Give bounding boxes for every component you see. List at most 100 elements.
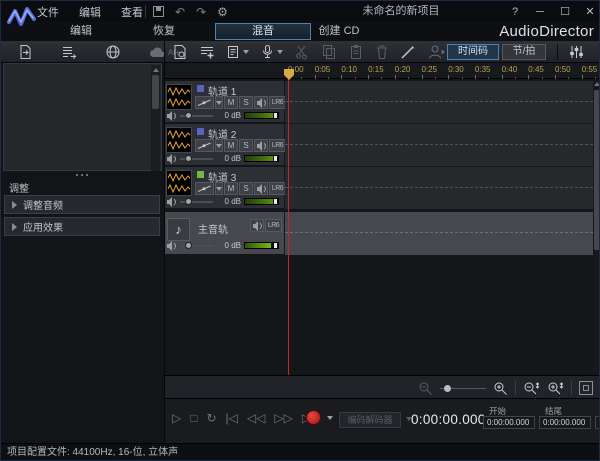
channel-button[interactable]: LR6 <box>269 96 286 109</box>
settings-gear-icon[interactable]: ⚙ <box>217 6 228 18</box>
record-mic-icon[interactable] <box>260 44 283 60</box>
record-options-dropdown[interactable] <box>327 416 333 420</box>
envelope-button[interactable] <box>195 96 214 109</box>
track-header[interactable]: 轨道 2 M S LR6 0 dB <box>164 124 284 166</box>
timecode-toggle-button[interactable]: 时间码 <box>447 44 499 60</box>
transport-fast-forward-button[interactable]: ▷▷ <box>274 411 292 425</box>
vertical-zoom-in-icon[interactable] <box>547 381 564 396</box>
help-button[interactable]: ? <box>509 6 521 18</box>
zoom-in-icon[interactable] <box>493 381 508 396</box>
mute-button[interactable]: M <box>224 139 238 152</box>
volume-slider[interactable] <box>180 152 213 165</box>
solo-button[interactable]: S <box>239 139 253 152</box>
mute-button[interactable]: M <box>224 182 238 195</box>
waveform-thumbnail[interactable] <box>166 84 192 110</box>
expand-caret-icon[interactable] <box>12 201 17 209</box>
tab-1[interactable]: 恢复 <box>136 24 192 39</box>
master-track-name[interactable]: 主音轨 <box>198 221 228 236</box>
field-value[interactable]: 0:00:00.000 <box>595 416 600 429</box>
adjust-item-0[interactable]: 调整音频 <box>4 195 160 214</box>
vertical-zoom-out-icon[interactable] <box>523 381 540 396</box>
field-value[interactable]: 0:00:00.000 <box>483 416 535 429</box>
redo-icon[interactable]: ↷ <box>196 6 206 18</box>
import-media-dropdown[interactable] <box>243 50 249 54</box>
adjust-item-1[interactable]: 应用效果 <box>4 217 160 236</box>
envelope-button[interactable] <box>195 182 214 195</box>
menu-item[interactable]: 查看 <box>121 4 143 20</box>
import-folder-icon[interactable] <box>61 44 77 60</box>
import-file-icon[interactable] <box>17 44 33 60</box>
transport-rewind-button[interactable]: ◁◁ <box>247 411 265 425</box>
project-settings-icon[interactable] <box>172 44 188 60</box>
master-track-header[interactable]: ♪ 主音轨 LR6 0 dB <box>164 212 284 255</box>
transport-loop-button[interactable]: ↻ <box>206 411 216 425</box>
envelope-dropdown[interactable] <box>215 139 223 152</box>
volume-slider[interactable] <box>180 239 213 252</box>
record-dropdown[interactable] <box>277 50 283 54</box>
draw-tool-icon[interactable] <box>400 44 416 60</box>
save-icon[interactable] <box>153 6 164 17</box>
transport-stop-button[interactable]: □ <box>190 411 197 425</box>
field-value[interactable]: 0:00:00.000 <box>539 416 591 429</box>
import-media-icon[interactable] <box>226 44 249 60</box>
mixer-panel-icon[interactable] <box>567 44 585 60</box>
envelope-dropdown[interactable] <box>215 182 223 195</box>
maximize-button[interactable]: ☐ <box>559 5 571 18</box>
library-scrollbar[interactable] <box>151 65 160 171</box>
transport-go-start-button[interactable]: |◁ <box>226 411 238 425</box>
channel-button[interactable]: LR6 <box>269 182 286 195</box>
close-button[interactable]: ✕ <box>584 5 596 18</box>
speaker-button[interactable] <box>250 219 264 232</box>
panel-divider[interactable] <box>164 41 165 443</box>
mute-button[interactable]: M <box>224 96 238 109</box>
track-volume-row: 0 dB <box>166 152 279 165</box>
speaker-button[interactable] <box>254 139 268 152</box>
download-sounds-globe-icon[interactable] <box>105 44 121 60</box>
envelope-dropdown[interactable] <box>215 96 223 109</box>
beats-toggle-button[interactable]: 节/拍 <box>502 44 546 60</box>
waveform-thumbnail[interactable] <box>166 127 192 153</box>
envelope-button[interactable] <box>195 139 214 152</box>
track-header[interactable]: 轨道 1 M S LR6 0 dB <box>164 81 284 123</box>
track-header[interactable]: 轨道 3 M S LR6 0 dB <box>164 167 284 209</box>
media-library[interactable] <box>3 63 162 171</box>
undo-icon[interactable]: ↶ <box>175 6 185 18</box>
left-panel: 调整 调整音频应用效果 <box>1 63 164 443</box>
vertical-scrollbar[interactable] <box>593 79 600 375</box>
track-lane[interactable] <box>285 167 593 209</box>
playhead-line[interactable] <box>288 79 289 375</box>
speaker-button[interactable] <box>254 96 268 109</box>
speaker-button[interactable] <box>254 182 268 195</box>
channel-button[interactable]: LR6 <box>269 139 286 152</box>
timeline-ruler[interactable]: 0:000:050:100:150:200:250:300:350:400:45… <box>284 63 600 79</box>
transport-play-button[interactable]: ▷ <box>172 411 181 425</box>
menu-item[interactable]: 编辑 <box>79 4 101 20</box>
track-volume-row: 0 dB <box>166 195 279 208</box>
track-lane[interactable] <box>285 81 593 123</box>
add-track-icon[interactable] <box>199 44 215 60</box>
waveform-thumbnail[interactable] <box>166 170 192 196</box>
volume-slider[interactable] <box>180 109 213 122</box>
expand-caret-icon[interactable] <box>12 223 17 231</box>
tab-0[interactable]: 编辑 <box>53 24 109 39</box>
track-lane[interactable] <box>285 124 593 166</box>
record-button[interactable] <box>306 410 321 425</box>
scrollbar-thumb[interactable] <box>594 90 600 250</box>
solo-button[interactable]: S <box>239 96 253 109</box>
panel-splitter[interactable] <box>1 171 164 179</box>
scrollbar-thumb[interactable] <box>152 75 159 109</box>
solo-button[interactable]: S <box>239 182 253 195</box>
tab-3[interactable]: 创建 CD <box>307 24 371 39</box>
minimize-button[interactable]: ─ <box>534 6 546 18</box>
scroll-up-icon[interactable] <box>594 82 600 86</box>
master-track-lane[interactable] <box>285 212 593 255</box>
volume-slider[interactable] <box>180 195 213 208</box>
tab-2[interactable]: 混音 <box>215 23 311 40</box>
fit-to-window-icon[interactable] <box>579 381 593 395</box>
channel-button[interactable]: LR6 <box>265 219 282 232</box>
project-profile-text: 项目配置文件: 44100Hz, 16-位, 立体声 <box>1 444 600 461</box>
menu-item[interactable]: 文件 <box>37 4 59 20</box>
scroll-up-icon[interactable] <box>153 68 159 72</box>
zoom-controls <box>418 380 593 396</box>
zoom-slider[interactable] <box>440 381 486 395</box>
